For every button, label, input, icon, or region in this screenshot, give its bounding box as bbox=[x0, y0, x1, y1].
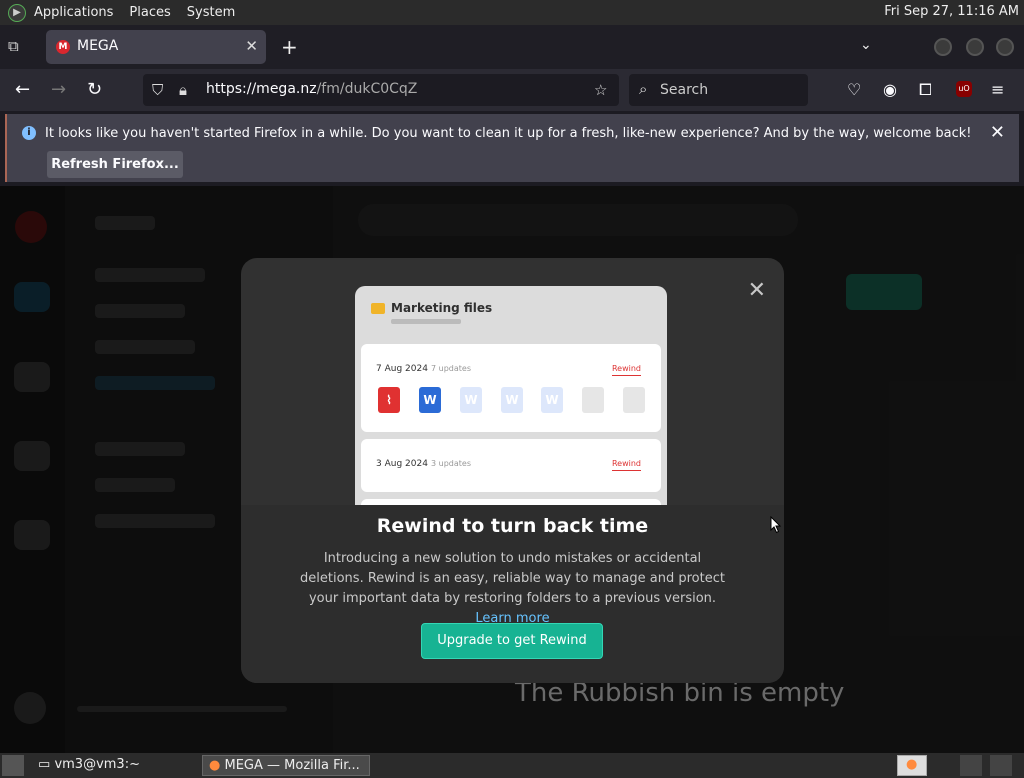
word-file-faded-icon: W bbox=[541, 387, 563, 413]
search-input[interactable]: ⌕ Search bbox=[629, 74, 808, 106]
word-file-faded-icon: W bbox=[460, 387, 482, 413]
taskbar-item-firefox[interactable]: ● MEGA — Mozilla Fir... bbox=[202, 755, 370, 776]
tracking-shield-icon[interactable]: ⛉ bbox=[152, 81, 163, 99]
dialog-description: Introducing a new solution to undo mista… bbox=[291, 549, 734, 629]
firefox-tray-icon: ● bbox=[906, 757, 918, 772]
workspace-3[interactable] bbox=[990, 755, 1012, 776]
system-taskbar: ▭ vm3@vm3:~ ● MEGA — Mozilla Fir... ● bbox=[0, 753, 1024, 778]
menu-applications[interactable]: Applications bbox=[26, 5, 121, 20]
dialog-title: Rewind to turn back time bbox=[376, 515, 649, 537]
maximize-window-button[interactable] bbox=[966, 38, 984, 56]
firefox-icon: ● bbox=[209, 758, 221, 773]
preview-card: 7 Aug 2024 7 updates Rewind ⌇ W W W W bbox=[361, 344, 661, 432]
bookmark-star-icon[interactable]: ☆ bbox=[594, 81, 607, 99]
show-desktop-icon[interactable] bbox=[2, 755, 24, 776]
preview-rewind-link: Rewind bbox=[611, 364, 641, 376]
tab-mega[interactable]: M MEGA ✕ bbox=[46, 30, 266, 64]
close-window-button[interactable] bbox=[996, 38, 1014, 56]
navigation-toolbar: ← → ↻ ⛉ 🔒︎ https://mega.nz/fm/dukC0CqZ ☆… bbox=[0, 69, 1024, 111]
mega-favicon-icon: M bbox=[56, 40, 70, 54]
generic-file-icon bbox=[623, 387, 645, 413]
preview-card: 3 Aug 2024 3 updates Rewind bbox=[361, 439, 661, 492]
preview-subtitle bbox=[391, 319, 461, 324]
preview-folder-title: Marketing files bbox=[391, 301, 493, 315]
tab-title: MEGA bbox=[77, 38, 119, 54]
upgrade-to-get-rewind-button[interactable]: Upgrade to get Rewind bbox=[421, 623, 603, 659]
taskbar-item-terminal[interactable]: ▭ vm3@vm3:~ bbox=[32, 755, 146, 776]
list-all-tabs-chevron-icon[interactable]: ⌄ bbox=[860, 37, 872, 53]
taskbar-item-label: vm3@vm3:~ bbox=[54, 757, 140, 772]
search-placeholder: Search bbox=[660, 82, 709, 98]
word-file-icon: W bbox=[419, 387, 441, 413]
firefox-view-icon[interactable]: ⧉ bbox=[8, 37, 30, 57]
pdf-file-icon: ⌇ bbox=[378, 387, 400, 413]
url-text[interactable]: https://mega.nz/fm/dukC0CqZ bbox=[206, 81, 417, 97]
workspace-switcher[interactable]: ● bbox=[897, 755, 927, 776]
reload-icon[interactable]: ↻ bbox=[87, 79, 102, 100]
generic-file-icon bbox=[582, 387, 604, 413]
taskbar-item-label: MEGA — Mozilla Fir... bbox=[224, 758, 360, 773]
refresh-firefox-notification: i It looks like you haven't started Fire… bbox=[5, 114, 1019, 182]
rewind-preview-image: Marketing files 7 Aug 2024 7 updates Rew… bbox=[355, 286, 667, 505]
info-icon: i bbox=[22, 126, 36, 140]
menu-system[interactable]: System bbox=[179, 5, 243, 20]
extensions-icon[interactable]: ⧠ bbox=[919, 80, 932, 100]
notification-message: It looks like you haven't started Firefo… bbox=[45, 126, 972, 141]
notification-close-icon[interactable]: ✕ bbox=[990, 122, 1005, 143]
distro-logo-icon[interactable]: ▶ bbox=[8, 3, 26, 22]
menu-places[interactable]: Places bbox=[121, 5, 178, 20]
preview-card-updates: 7 updates bbox=[431, 364, 471, 373]
system-clock[interactable]: Fri Sep 27, 11:16 AM bbox=[884, 4, 1019, 19]
minimize-window-button[interactable] bbox=[934, 38, 952, 56]
search-icon: ⌕ bbox=[639, 80, 648, 98]
folder-icon bbox=[371, 303, 385, 314]
workspace-2[interactable] bbox=[960, 755, 982, 776]
account-icon[interactable]: ◉ bbox=[883, 80, 897, 99]
tab-close-icon[interactable]: ✕ bbox=[245, 37, 258, 55]
preview-card-updates: 3 updates bbox=[431, 459, 471, 468]
new-tab-button[interactable]: + bbox=[281, 35, 298, 59]
preview-rewind-link: Rewind bbox=[611, 459, 641, 471]
ublock-origin-icon[interactable]: uO bbox=[956, 81, 972, 97]
word-file-faded-icon: W bbox=[501, 387, 523, 413]
app-menu-icon[interactable]: ≡ bbox=[991, 80, 1004, 99]
terminal-icon: ▭ bbox=[38, 757, 51, 772]
url-bar[interactable]: ⛉ 🔒︎ https://mega.nz/fm/dukC0CqZ ☆ bbox=[143, 74, 619, 106]
dialog-close-icon[interactable]: ✕ bbox=[748, 278, 766, 303]
lock-icon[interactable]: 🔒︎ bbox=[179, 81, 187, 99]
preview-card-date: 3 Aug 2024 bbox=[376, 459, 428, 469]
preview-card-date: 7 Aug 2024 bbox=[376, 364, 428, 374]
pocket-icon[interactable]: ♡ bbox=[847, 80, 861, 99]
refresh-firefox-button[interactable]: Refresh Firefox... bbox=[47, 151, 183, 178]
system-top-bar: ▶ Applications Places System Fri Sep 27,… bbox=[0, 0, 1024, 25]
rewind-dialog: ✕ Marketing files 7 Aug 2024 7 updates R… bbox=[241, 258, 784, 683]
dialog-description-text: Introducing a new solution to undo mista… bbox=[300, 551, 725, 606]
tab-bar: ⧉ M MEGA ✕ + ⌄ bbox=[0, 25, 1024, 69]
mouse-cursor-icon bbox=[770, 516, 782, 534]
dialog-body: Rewind to turn back time Introducing a n… bbox=[241, 505, 784, 683]
back-arrow-icon[interactable]: ← bbox=[15, 79, 30, 100]
forward-arrow-icon[interactable]: → bbox=[51, 79, 66, 100]
